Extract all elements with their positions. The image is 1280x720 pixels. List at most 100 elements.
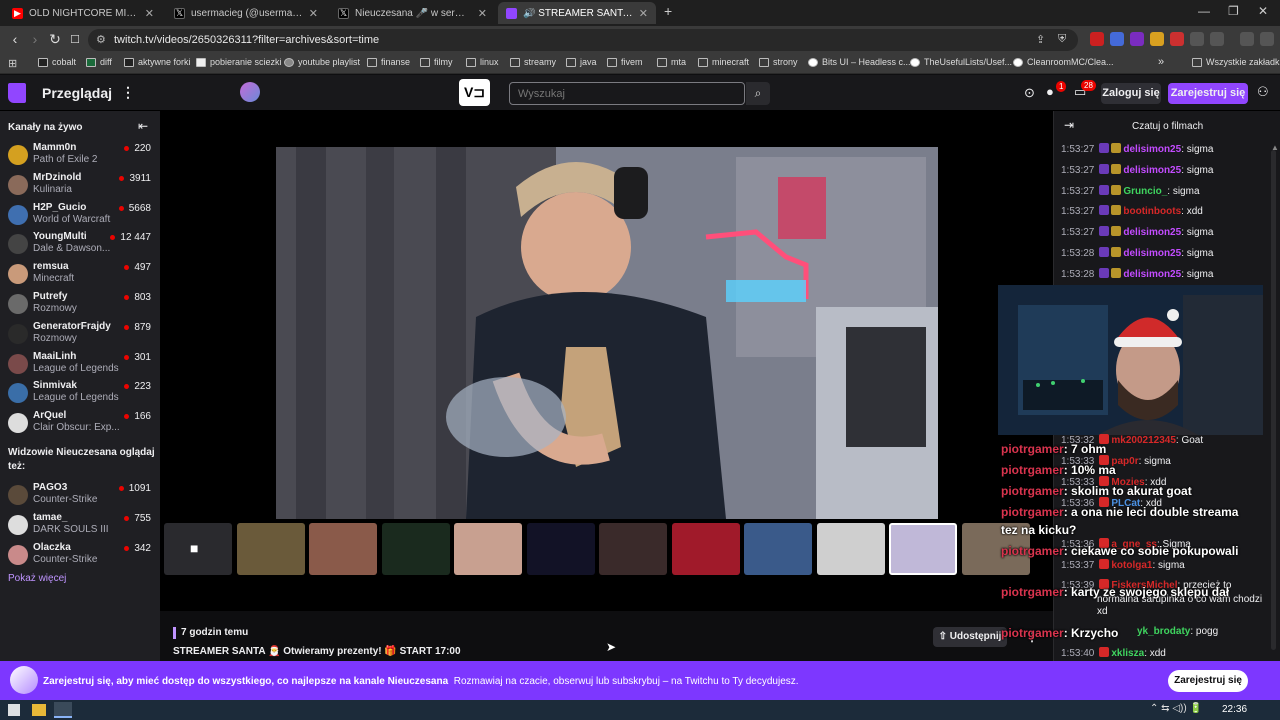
bookmark-folder[interactable]: streamy: [510, 57, 556, 67]
chat-username[interactable]: yk_brodaty: [1137, 626, 1190, 637]
chat-username[interactable]: delisimon25: [1123, 144, 1181, 155]
bookmark-folder[interactable]: mta: [657, 57, 686, 67]
sidebar-icon[interactable]: [1210, 32, 1224, 46]
chat-username[interactable]: delisimon25: [1123, 227, 1181, 238]
bookmark-item[interactable]: TheUsefulLists/Usef...: [910, 57, 1012, 67]
extension-icon[interactable]: [1090, 32, 1104, 46]
chat-username[interactable]: bootinboots: [1123, 206, 1181, 217]
bookmark-item[interactable]: youtube playlist: [284, 57, 360, 67]
new-tab-icon[interactable]: +: [664, 3, 672, 19]
chat-username[interactable]: mk200212345: [1111, 435, 1176, 446]
clip-thumbnail[interactable]: [309, 523, 377, 575]
chat-scrollbar[interactable]: [1271, 150, 1276, 650]
clip-thumbnail[interactable]: ■: [164, 523, 232, 575]
sidebar-channel-remsua[interactable]: remsua Minecraft 497: [0, 258, 160, 288]
clip-thumbnail[interactable]: [381, 523, 450, 575]
banner-signup-button[interactable]: Zarejestruj się: [1168, 670, 1248, 692]
sidebar-channel-sinmivak[interactable]: Sinmivak League of Legends 223: [0, 377, 160, 407]
sidebar-channel-h2p-gucio[interactable]: H2P_Gucio World of Warcraft 5668: [0, 199, 160, 229]
browser-taskbar-icon[interactable]: [54, 702, 72, 718]
bookmark-folder[interactable]: finanse: [367, 57, 410, 67]
sidebar-channel-mrdzinold[interactable]: MrDzinold Kulinaria 3911: [0, 169, 160, 199]
restore-icon[interactable]: ❐: [1228, 4, 1239, 18]
extension-logo-icon[interactable]: V⊐: [459, 79, 490, 106]
back-icon[interactable]: ‹: [6, 31, 24, 47]
apps-icon[interactable]: ⊞: [8, 57, 17, 70]
chat-username[interactable]: xklisza: [1111, 648, 1144, 659]
sidebar-channel-tamae-[interactable]: tamae_ DARK SOULS III 755: [0, 509, 160, 539]
clip-thumbnail[interactable]: [236, 523, 305, 575]
reload-icon[interactable]: ↻: [46, 31, 64, 48]
browse-link[interactable]: Przeglądaj: [42, 85, 112, 101]
clip-thumbnail[interactable]: [889, 523, 957, 575]
extension-icon[interactable]: [1150, 32, 1164, 46]
signup-button[interactable]: Zarejestruj się: [1168, 83, 1248, 104]
close-icon[interactable]: ✕: [309, 7, 318, 20]
clip-thumbnail[interactable]: [816, 523, 885, 575]
expand-chat-icon[interactable]: ⇥: [1064, 118, 1074, 132]
minimize-icon[interactable]: —: [1198, 4, 1210, 18]
extensions-puzzle-icon[interactable]: [1190, 32, 1204, 46]
site-info-icon[interactable]: ⚙: [96, 33, 106, 46]
bookmark-folder[interactable]: java: [566, 57, 597, 67]
file-explorer-icon[interactable]: [32, 704, 46, 716]
all-bookmarks-folder[interactable]: Wszystkie zakładki: [1192, 57, 1280, 67]
show-more-link[interactable]: Pokaż więcej: [8, 573, 66, 584]
browser-tab-1[interactable]: ▶ OLD NIGHTCORE MIX *2000/201... ✕: [4, 2, 162, 24]
sidebar-channel-putrefy[interactable]: Putrefy Rozmowy 803: [0, 288, 160, 318]
bookmark-item[interactable]: Bits UI – Headless c...: [808, 57, 911, 67]
sidebar-channel-youngmulti[interactable]: YoungMulti Dale & Dawson... 12 447: [0, 228, 160, 258]
sidebar-channel-generatorfrajdy[interactable]: GeneratorFrajdy Rozmowy 879: [0, 318, 160, 348]
extension-icon[interactable]: [1110, 32, 1124, 46]
video-frame[interactable]: [276, 147, 938, 519]
address-bar[interactable]: ⚙ twitch.tv/videos/2650326311?filter=arc…: [88, 29, 1078, 51]
sidebar-channel-olaczka[interactable]: Olaczka Counter-Strike 342: [0, 539, 160, 569]
bookmark-folder[interactable]: filmy: [420, 57, 453, 67]
close-icon[interactable]: ✕: [145, 7, 154, 20]
more-options-icon[interactable]: ⋮: [121, 84, 135, 101]
channel-avatar[interactable]: [240, 82, 260, 102]
chat-username[interactable]: delisimon25: [1123, 165, 1181, 176]
windows-start-icon[interactable]: [8, 704, 20, 716]
bookmarks-overflow-icon[interactable]: »: [1158, 56, 1164, 68]
sidebar-channel-maailinh[interactable]: MaaiLinh League of Legends 301: [0, 348, 160, 378]
window-close-icon[interactable]: ✕: [1258, 4, 1268, 18]
menu-icon[interactable]: [1260, 32, 1274, 46]
notifications-icon[interactable]: ●: [1046, 84, 1054, 99]
clip-thumbnail[interactable]: [526, 523, 595, 575]
forward-icon[interactable]: ›: [26, 31, 44, 47]
url-text[interactable]: twitch.tv/videos/2650326311?filter=archi…: [114, 34, 379, 46]
close-icon[interactable]: ✕: [639, 7, 648, 20]
extension-icon[interactable]: [1130, 32, 1144, 46]
chat-username[interactable]: delisimon25: [1123, 248, 1181, 259]
chat-username[interactable]: delisimon25: [1123, 269, 1181, 280]
bookmark-folder[interactable]: linux: [466, 57, 499, 67]
bookmark-folder[interactable]: fivem: [607, 57, 643, 67]
bookmark-item[interactable]: aktywne forki: [124, 57, 191, 67]
chat-username[interactable]: Gruncio_: [1123, 186, 1167, 197]
bookmark-item[interactable]: cobalt: [38, 57, 76, 67]
search-icon[interactable]: ⌕: [746, 82, 770, 105]
bookmark-item[interactable]: CleanroomMC/Clea...: [1013, 57, 1114, 67]
clip-thumbnail[interactable]: [671, 523, 740, 575]
browser-tab-4-active[interactable]: 🔊 STREAMER SANTA 🎅 Otwie... ✕: [498, 2, 656, 24]
collapse-sidebar-icon[interactable]: ⇤: [138, 119, 148, 133]
close-icon[interactable]: ✕: [478, 7, 487, 20]
clock[interactable]: 22:36: [1222, 704, 1247, 715]
clip-thumbnail[interactable]: [599, 523, 667, 575]
bookmark-folder[interactable]: minecraft: [698, 57, 749, 67]
prime-crown-icon[interactable]: ⊙: [1024, 85, 1035, 101]
sidebar-channel-pago3[interactable]: PAGO3 Counter-Strike 1091: [0, 479, 160, 509]
login-button[interactable]: Zaloguj się: [1101, 83, 1161, 104]
bookmark-folder[interactable]: strony: [759, 57, 798, 67]
bookmark-icon[interactable]: ☐: [66, 33, 84, 46]
browser-tab-3[interactable]: 𝕏 Nieuczesana 🎤 w serwisie X: „STRE... ✕: [330, 2, 495, 24]
clip-thumbnail[interactable]: [454, 523, 522, 575]
bookmark-item[interactable]: diff: [86, 57, 112, 67]
media-icon[interactable]: [1240, 32, 1254, 46]
clip-thumbnail[interactable]: [744, 523, 812, 575]
extension-icon[interactable]: [1170, 32, 1184, 46]
sidebar-channel-mamm0n[interactable]: Mamm0n Path of Exile 2 220: [0, 139, 160, 169]
search-input[interactable]: [509, 82, 745, 105]
twitch-logo-icon[interactable]: [8, 83, 26, 103]
